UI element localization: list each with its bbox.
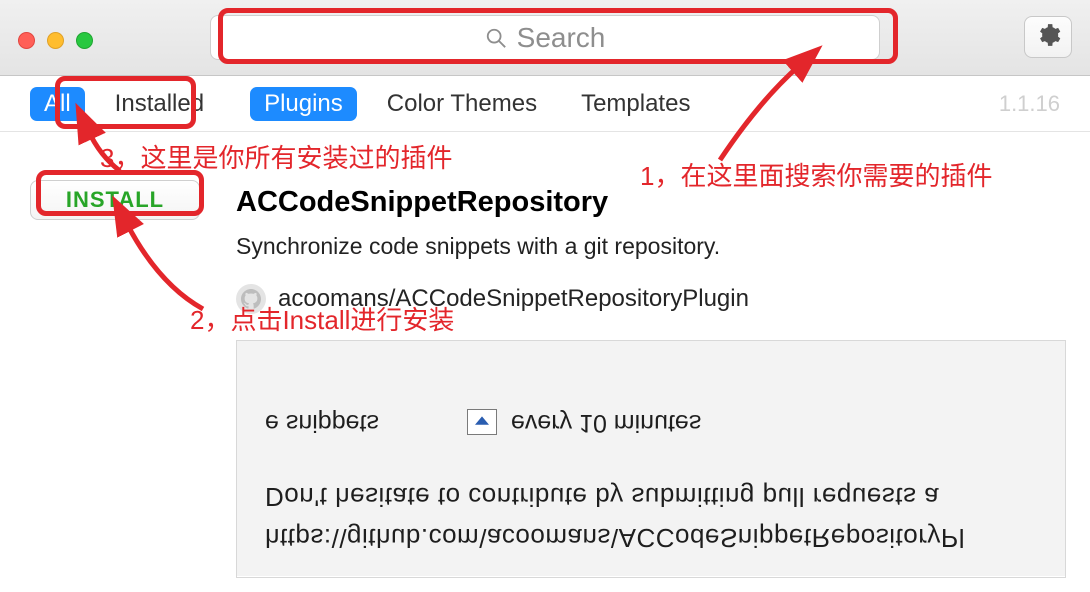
minimize-window-button[interactable] [47,32,64,49]
tab-color-themes[interactable]: Color Themes [373,87,551,121]
tab-color-themes-label: Color Themes [387,90,537,118]
settings-button[interactable] [1024,16,1072,58]
filter-tabs: All Installed Plugins Color Themes Templ… [0,76,1090,132]
tab-installed[interactable]: Installed [101,87,218,121]
install-button[interactable]: INSTALL [30,180,200,220]
install-button-label: INSTALL [66,187,164,213]
app-version-label: 1.1.16 [999,91,1060,117]
search-field-wrap[interactable]: Search [210,15,880,60]
titlebar: Search [0,0,1090,76]
dropdown-icon [467,410,497,436]
tab-plugins-label: Plugins [264,90,343,118]
plugin-entry: ACCodeSnippetRepository Synchronize code… [236,146,1060,314]
window-controls [18,32,93,49]
github-icon [236,284,266,314]
preview-interval: every 10 minutes [511,408,701,437]
tab-all-label: All [44,90,71,118]
close-window-button[interactable] [18,32,35,49]
plugin-repo[interactable]: acoomans/ACCodeSnippetRepositoryPlugin [278,285,749,313]
plugin-repo-line: acoomans/ACCodeSnippetRepositoryPlugin [236,284,1060,314]
plugin-title: ACCodeSnippetRepository [236,186,1060,219]
tab-plugins[interactable]: Plugins [250,87,357,121]
tab-templates[interactable]: Templates [567,87,704,121]
plugin-preview-panel: https:\\github.com\acoomans\ACCodeSnippe… [236,340,1066,578]
tab-all[interactable]: All [30,87,85,121]
zoom-window-button[interactable] [76,32,93,49]
gear-icon [1035,22,1061,53]
preview-contrib: Don't hesitate to contribute by submitti… [265,481,1037,512]
preview-url: https:\\github.com\acoomans\ACCodeSnippe… [265,522,1037,553]
content-area: INSTALL ACCodeSnippetRepository Synchron… [0,132,1090,314]
preview-snippets-fragment: e snippets [265,408,379,437]
tab-templates-label: Templates [581,90,690,118]
tab-installed-label: Installed [115,90,204,118]
plugin-description: Synchronize code snippets with a git rep… [236,233,1060,260]
